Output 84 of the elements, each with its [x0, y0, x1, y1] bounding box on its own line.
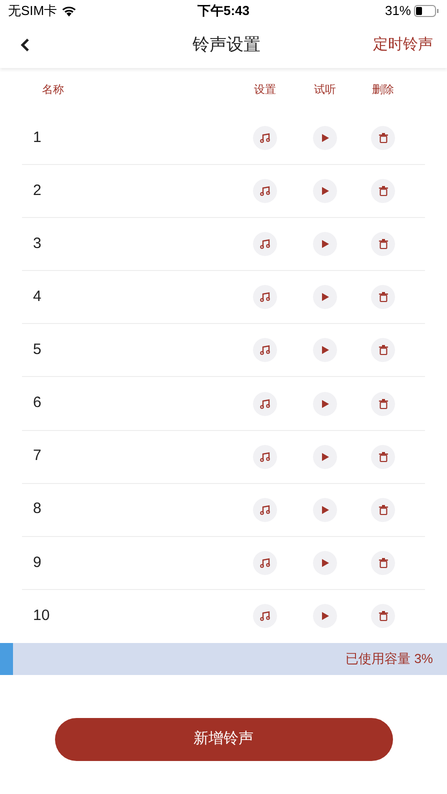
delete-button[interactable]: [371, 338, 395, 362]
delete-button[interactable]: [371, 604, 395, 628]
ringtone-name: 6: [32, 393, 42, 414]
trash-icon: [378, 558, 388, 568]
ringtone-name: 4: [32, 287, 42, 308]
trash-icon: [378, 292, 388, 302]
play-icon: [322, 187, 328, 196]
delete-button[interactable]: [371, 392, 395, 416]
delete-button[interactable]: [371, 232, 395, 256]
set-ringtone-button[interactable]: [253, 498, 277, 522]
play-button[interactable]: [313, 498, 337, 522]
delete-button[interactable]: [371, 550, 395, 575]
play-icon: [322, 400, 328, 408]
set-ringtone-button[interactable]: [253, 232, 277, 256]
set-ringtone-button[interactable]: [253, 179, 277, 204]
delete-button[interactable]: [371, 285, 395, 310]
wifi-icon: [61, 5, 78, 17]
capacity-text: 已使用容量 3%: [346, 650, 433, 668]
set-ringtone-button[interactable]: [253, 126, 277, 150]
play-icon: [322, 346, 328, 354]
battery-text: 31%: [384, 2, 411, 20]
set-ringtone-button[interactable]: [253, 338, 277, 362]
set-ringtone-button[interactable]: [253, 285, 277, 310]
play-icon: [322, 506, 328, 514]
music-note-icon: [260, 239, 270, 250]
music-note-icon: [260, 133, 270, 144]
trash-icon: [378, 133, 388, 144]
page-title: 铃声设置: [192, 34, 260, 56]
play-button[interactable]: [313, 232, 337, 256]
column-header: 名称: [42, 82, 65, 98]
trash-icon: [378, 345, 388, 356]
column-header: 删除: [371, 82, 395, 98]
play-icon: [322, 240, 328, 248]
music-note-icon: [260, 611, 270, 622]
carrier-text: 无SIM卡: [8, 2, 58, 20]
column-header: 试听: [313, 82, 337, 98]
column-header: 设置: [253, 82, 277, 98]
trash-icon: [378, 504, 388, 515]
set-ringtone-button[interactable]: [253, 604, 277, 628]
music-note-icon: [260, 452, 270, 462]
set-ringtone-button[interactable]: [253, 444, 277, 469]
trash-icon: [378, 452, 388, 462]
play-button[interactable]: [313, 392, 337, 416]
play-icon: [322, 452, 328, 461]
ringtone-name: 9: [32, 552, 42, 573]
play-button[interactable]: [313, 338, 337, 362]
ringtone-name: 10: [32, 606, 51, 626]
play-icon: [322, 558, 328, 567]
music-note-icon: [260, 398, 270, 409]
ringtone-name: 8: [32, 499, 42, 520]
music-note-icon: [260, 345, 270, 356]
ringtone-name: 2: [32, 180, 42, 201]
music-note-icon: [260, 186, 270, 196]
play-button[interactable]: [313, 604, 337, 628]
ringtone-name: 7: [32, 446, 42, 466]
trash-icon: [378, 398, 388, 409]
delete-button[interactable]: [371, 126, 395, 150]
battery-icon: [414, 5, 439, 17]
trash-icon: [378, 611, 388, 622]
trash-icon: [378, 186, 388, 196]
timed-ringtone-link[interactable]: 定时铃声: [373, 34, 433, 56]
play-button[interactable]: [313, 179, 337, 204]
add-ringtone-button[interactable]: 新增铃声: [54, 718, 392, 761]
set-ringtone-button[interactable]: [253, 392, 277, 416]
play-icon: [322, 293, 328, 302]
clock-text: 下午5:43: [197, 2, 250, 20]
delete-button[interactable]: [371, 498, 395, 522]
play-button[interactable]: [313, 444, 337, 469]
ringtone-name: 5: [32, 340, 42, 360]
set-ringtone-button[interactable]: [253, 550, 277, 575]
play-icon: [322, 134, 328, 142]
play-button[interactable]: [313, 550, 337, 575]
ringtone-name: 3: [32, 234, 42, 254]
music-note-icon: [260, 292, 270, 302]
play-button[interactable]: [313, 126, 337, 150]
play-icon: [322, 612, 328, 620]
play-button[interactable]: [313, 285, 337, 310]
ringtone-name: 1: [32, 128, 42, 148]
trash-icon: [378, 239, 388, 250]
delete-button[interactable]: [371, 444, 395, 469]
music-note-icon: [260, 504, 270, 515]
delete-button[interactable]: [371, 179, 395, 204]
back-icon: [20, 38, 30, 52]
music-note-icon: [260, 558, 270, 568]
